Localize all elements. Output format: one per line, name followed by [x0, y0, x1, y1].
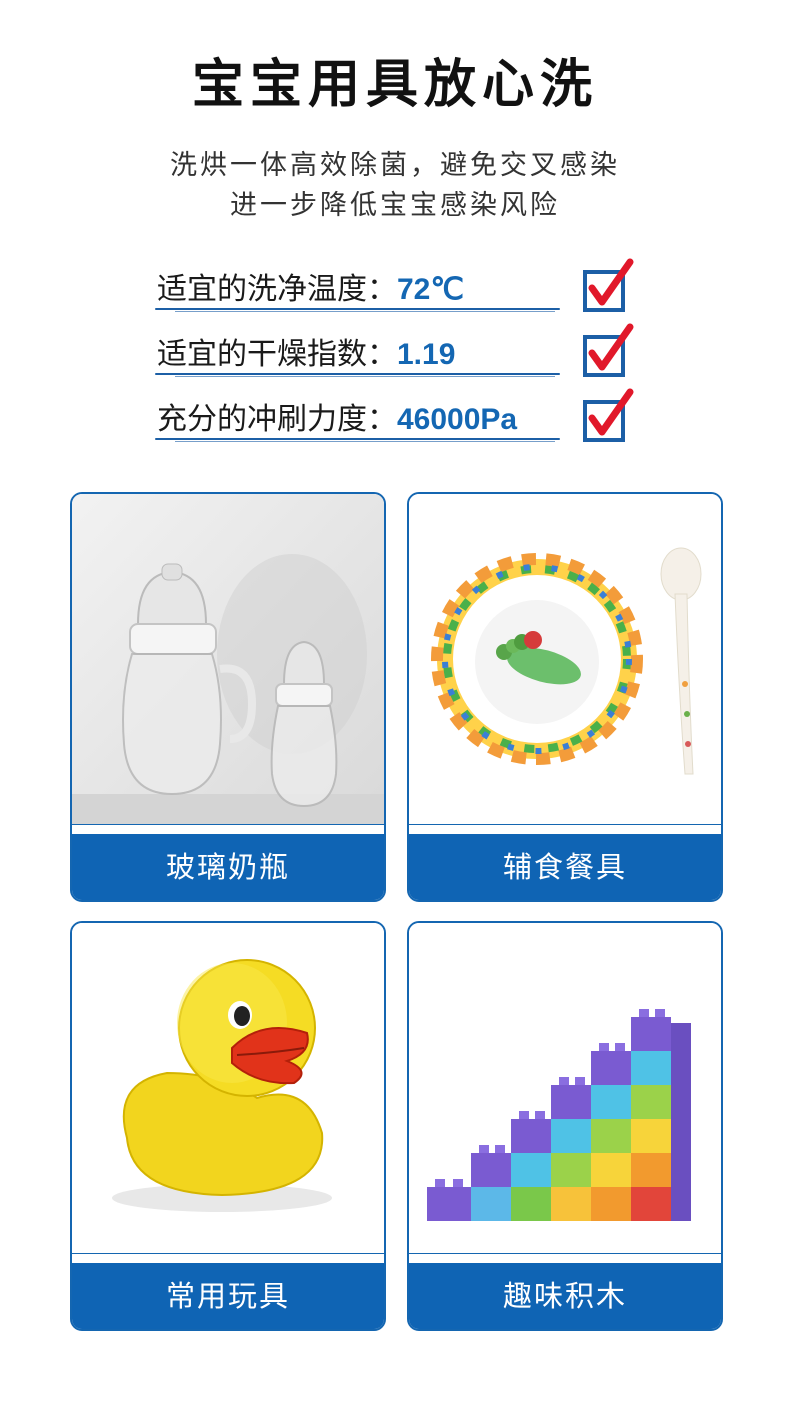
subtitle-line: 洗烘一体高效除菌，避免交叉感染	[170, 150, 620, 181]
spec-text: 适宜的洗净温度：72℃	[157, 264, 464, 308]
spec-row-temperature: 适宜的洗净温度：72℃	[155, 256, 635, 316]
spec-row-drying: 适宜的干燥指数：1.19	[155, 321, 635, 381]
checkbox-checked-icon	[583, 388, 634, 442]
spec-label: 充分的冲刷力度：	[157, 402, 397, 437]
rubber-duck-image	[72, 923, 384, 1253]
building-blocks-image	[409, 923, 721, 1253]
spec-underline	[155, 373, 560, 375]
glass-baby-bottles-image	[72, 494, 384, 824]
page-title: 宝宝用具放心洗	[191, 55, 598, 115]
spec-value: 72℃	[397, 273, 465, 306]
card-label: 辅食餐具	[409, 834, 721, 900]
spec-underline	[175, 376, 555, 377]
checkbox-checked-icon	[583, 258, 634, 312]
checkbox-checked-icon	[583, 323, 634, 377]
spec-row-flush: 充分的冲刷力度：46000Pa	[155, 386, 635, 446]
spec-underline	[175, 441, 555, 442]
card-toys: 常用玩具	[70, 921, 386, 1331]
card-label: 玻璃奶瓶	[72, 834, 384, 900]
spec-label: 适宜的洗净温度：	[157, 272, 397, 307]
card-label: 常用玩具	[72, 1263, 384, 1329]
spec-value: 46000Pa	[397, 403, 518, 436]
spec-text: 适宜的干燥指数：1.19	[157, 329, 455, 373]
spec-underline	[155, 438, 560, 440]
card-label: 趣味积木	[409, 1263, 721, 1329]
subtitle: 洗烘一体高效除菌，避免交叉感染 进一步降低宝宝感染风险	[0, 146, 790, 226]
spec-label: 适宜的干燥指数：	[157, 337, 397, 372]
spec-text: 充分的冲刷力度：46000Pa	[157, 394, 517, 438]
card-glass-bottles: 玻璃奶瓶	[70, 492, 386, 902]
spec-value: 1.19	[397, 338, 456, 371]
subtitle-line: 进一步降低宝宝感染风险	[230, 190, 560, 221]
bowl-and-spoon-image	[409, 494, 721, 824]
card-blocks: 趣味积木	[407, 921, 723, 1331]
card-tableware: 辅食餐具	[407, 492, 723, 902]
spec-underline	[175, 311, 555, 312]
spec-underline	[155, 308, 560, 310]
